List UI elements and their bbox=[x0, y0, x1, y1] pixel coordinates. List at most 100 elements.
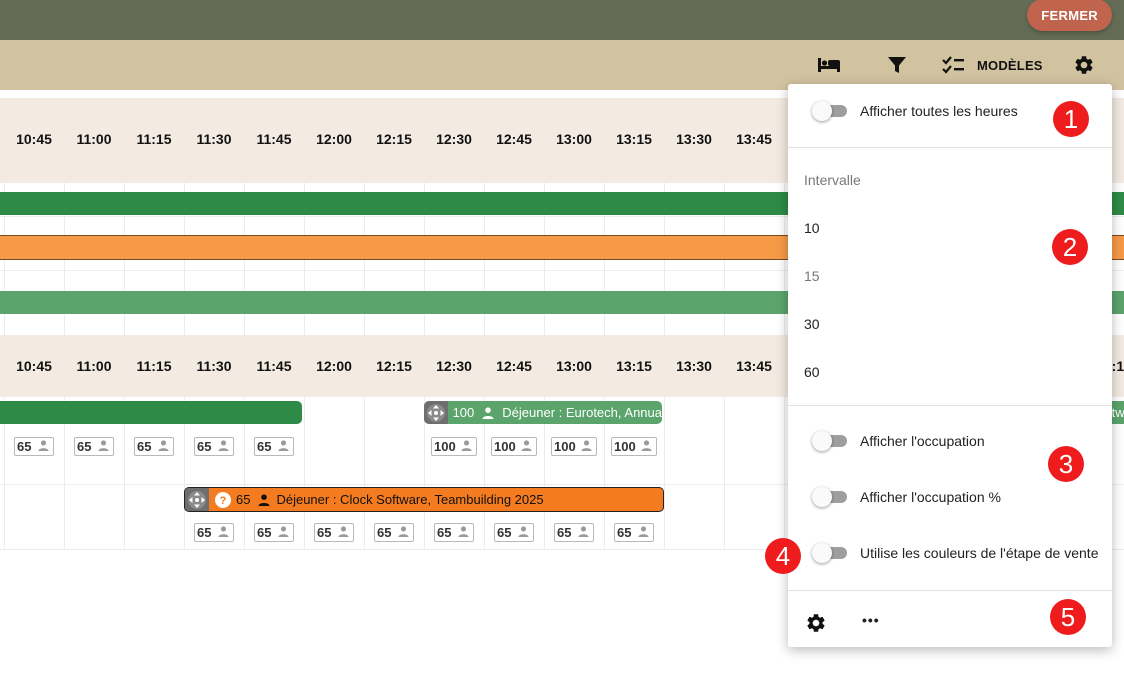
move-icon[interactable] bbox=[424, 401, 448, 424]
time-label: 10:45 bbox=[16, 358, 52, 374]
bed-button[interactable] bbox=[817, 53, 841, 77]
green-event[interactable] bbox=[0, 401, 302, 424]
person-icon bbox=[398, 525, 409, 540]
person-icon bbox=[458, 525, 469, 540]
event-clock-software[interactable]: ? 65 Déjeuner : Clock Software, Teambuil… bbox=[184, 487, 664, 512]
capacity-box: 65 bbox=[554, 523, 594, 542]
capacity-box: 65 bbox=[314, 523, 354, 542]
capacity-value: 65 bbox=[197, 525, 212, 540]
capacity-value: 65 bbox=[497, 525, 512, 540]
person-icon bbox=[518, 525, 529, 540]
capacity-value: 100 bbox=[614, 439, 636, 454]
filter-icon bbox=[886, 55, 908, 75]
annotation-badge-2: 2 bbox=[1052, 229, 1088, 265]
toggle-sales-colors[interactable] bbox=[812, 542, 848, 564]
event-label: Déjeuner : Eurotech, Annua bbox=[502, 405, 662, 420]
time-label: 11:00 bbox=[76, 131, 112, 147]
capacity-box: 65 bbox=[254, 523, 294, 542]
person-icon bbox=[578, 525, 589, 540]
time-label: 13:45 bbox=[736, 358, 772, 374]
annotation-badge-4: 4 bbox=[765, 538, 801, 574]
more-options-icon[interactable]: ••• bbox=[862, 612, 880, 628]
show-occupancy-label: Afficher l'occupation bbox=[860, 433, 985, 449]
capacity-value: 65 bbox=[257, 525, 272, 540]
time-label: 12:45 bbox=[496, 358, 532, 374]
person-icon bbox=[581, 439, 592, 454]
annotation-badge-5: 5 bbox=[1050, 599, 1086, 635]
capacity-box: 100 bbox=[551, 437, 597, 456]
grid-line bbox=[784, 397, 785, 549]
toolbar: MODÈLES bbox=[0, 40, 1124, 90]
time-label: 13:15 bbox=[616, 131, 652, 147]
gear-icon[interactable] bbox=[805, 612, 827, 639]
grid-line bbox=[664, 397, 665, 549]
person-icon bbox=[38, 439, 49, 454]
toggle-show-occupancy-pct[interactable] bbox=[812, 486, 848, 508]
person-icon bbox=[218, 439, 229, 454]
capacity-value: 100 bbox=[434, 439, 456, 454]
capacity-box: 65 bbox=[74, 437, 114, 456]
close-button[interactable]: FERMER bbox=[1027, 0, 1112, 31]
capacity-box: 65 bbox=[374, 523, 414, 542]
interval-option-15[interactable]: 15 bbox=[804, 268, 820, 284]
person-icon bbox=[461, 439, 472, 454]
capacity-value: 65 bbox=[197, 439, 212, 454]
capacity-value: 65 bbox=[437, 525, 452, 540]
capacity-value: 100 bbox=[494, 439, 516, 454]
time-label: 12:30 bbox=[436, 131, 472, 147]
question-icon: ? bbox=[215, 491, 231, 508]
toggle-show-all-hours[interactable] bbox=[812, 100, 848, 122]
time-label: 12:15 bbox=[376, 358, 412, 374]
capacity-box: 100 bbox=[491, 437, 537, 456]
sales-colors-label: Utilise les couleurs de l'étape de vente bbox=[860, 545, 1099, 561]
capacity-value: 65 bbox=[17, 439, 32, 454]
interval-option-60[interactable]: 60 bbox=[804, 364, 820, 380]
person-icon bbox=[641, 439, 652, 454]
person-icon bbox=[258, 493, 270, 506]
time-label: 13:30 bbox=[676, 131, 712, 147]
move-icon[interactable] bbox=[185, 488, 209, 511]
interval-label: Intervalle bbox=[804, 172, 861, 188]
time-label: 13:30 bbox=[676, 358, 712, 374]
capacity-value: 65 bbox=[377, 525, 392, 540]
time-label: 11:45 bbox=[256, 358, 292, 374]
templates-label: MODÈLES bbox=[977, 57, 1043, 73]
toggle-show-occupancy[interactable] bbox=[812, 430, 848, 452]
time-label: 12:30 bbox=[436, 358, 472, 374]
grid-line bbox=[364, 397, 365, 549]
capacity-box: 65 bbox=[434, 523, 474, 542]
time-label: 13:00 bbox=[556, 358, 592, 374]
checklist-icon bbox=[941, 55, 965, 75]
capacity-box: 100 bbox=[611, 437, 657, 456]
person-icon bbox=[158, 439, 169, 454]
time-label: 11:15 bbox=[136, 131, 172, 147]
interval-option-30[interactable]: 30 bbox=[804, 316, 820, 332]
filter-button[interactable] bbox=[886, 53, 908, 77]
person-icon bbox=[521, 439, 532, 454]
capacity-value: 100 bbox=[554, 439, 576, 454]
time-label: 13:15 bbox=[616, 358, 652, 374]
show-occupancy-pct-label: Afficher l'occupation % bbox=[860, 489, 1001, 505]
event-eurotech[interactable]: 100 Déjeuner : Eurotech, Annua bbox=[424, 401, 662, 424]
person-icon bbox=[338, 525, 349, 540]
interval-option-10[interactable]: 10 bbox=[804, 220, 820, 236]
capacity-value: 65 bbox=[317, 525, 332, 540]
settings-button[interactable] bbox=[1073, 53, 1095, 77]
time-label: 13:00 bbox=[556, 131, 592, 147]
event-label: Déjeuner : Clock Software, Teambuilding … bbox=[276, 492, 544, 507]
capacity-value: 65 bbox=[557, 525, 572, 540]
time-label: 11:30 bbox=[196, 358, 232, 374]
time-label: 12:45 bbox=[496, 131, 532, 147]
time-label: 13:45 bbox=[736, 131, 772, 147]
time-label: 11:45 bbox=[256, 131, 292, 147]
time-label: 11:30 bbox=[196, 131, 232, 147]
show-all-hours-label: Afficher toutes les heures bbox=[860, 103, 1018, 119]
person-icon bbox=[278, 439, 289, 454]
person-icon bbox=[638, 525, 649, 540]
capacity-box: 65 bbox=[14, 437, 54, 456]
capacity-box: 65 bbox=[614, 523, 654, 542]
capacity-value: 65 bbox=[137, 439, 152, 454]
capacity-value: 65 bbox=[257, 439, 272, 454]
settings-menu: Afficher toutes les heures Intervalle 10… bbox=[788, 84, 1112, 647]
templates-button[interactable]: MODÈLES bbox=[941, 53, 1043, 77]
